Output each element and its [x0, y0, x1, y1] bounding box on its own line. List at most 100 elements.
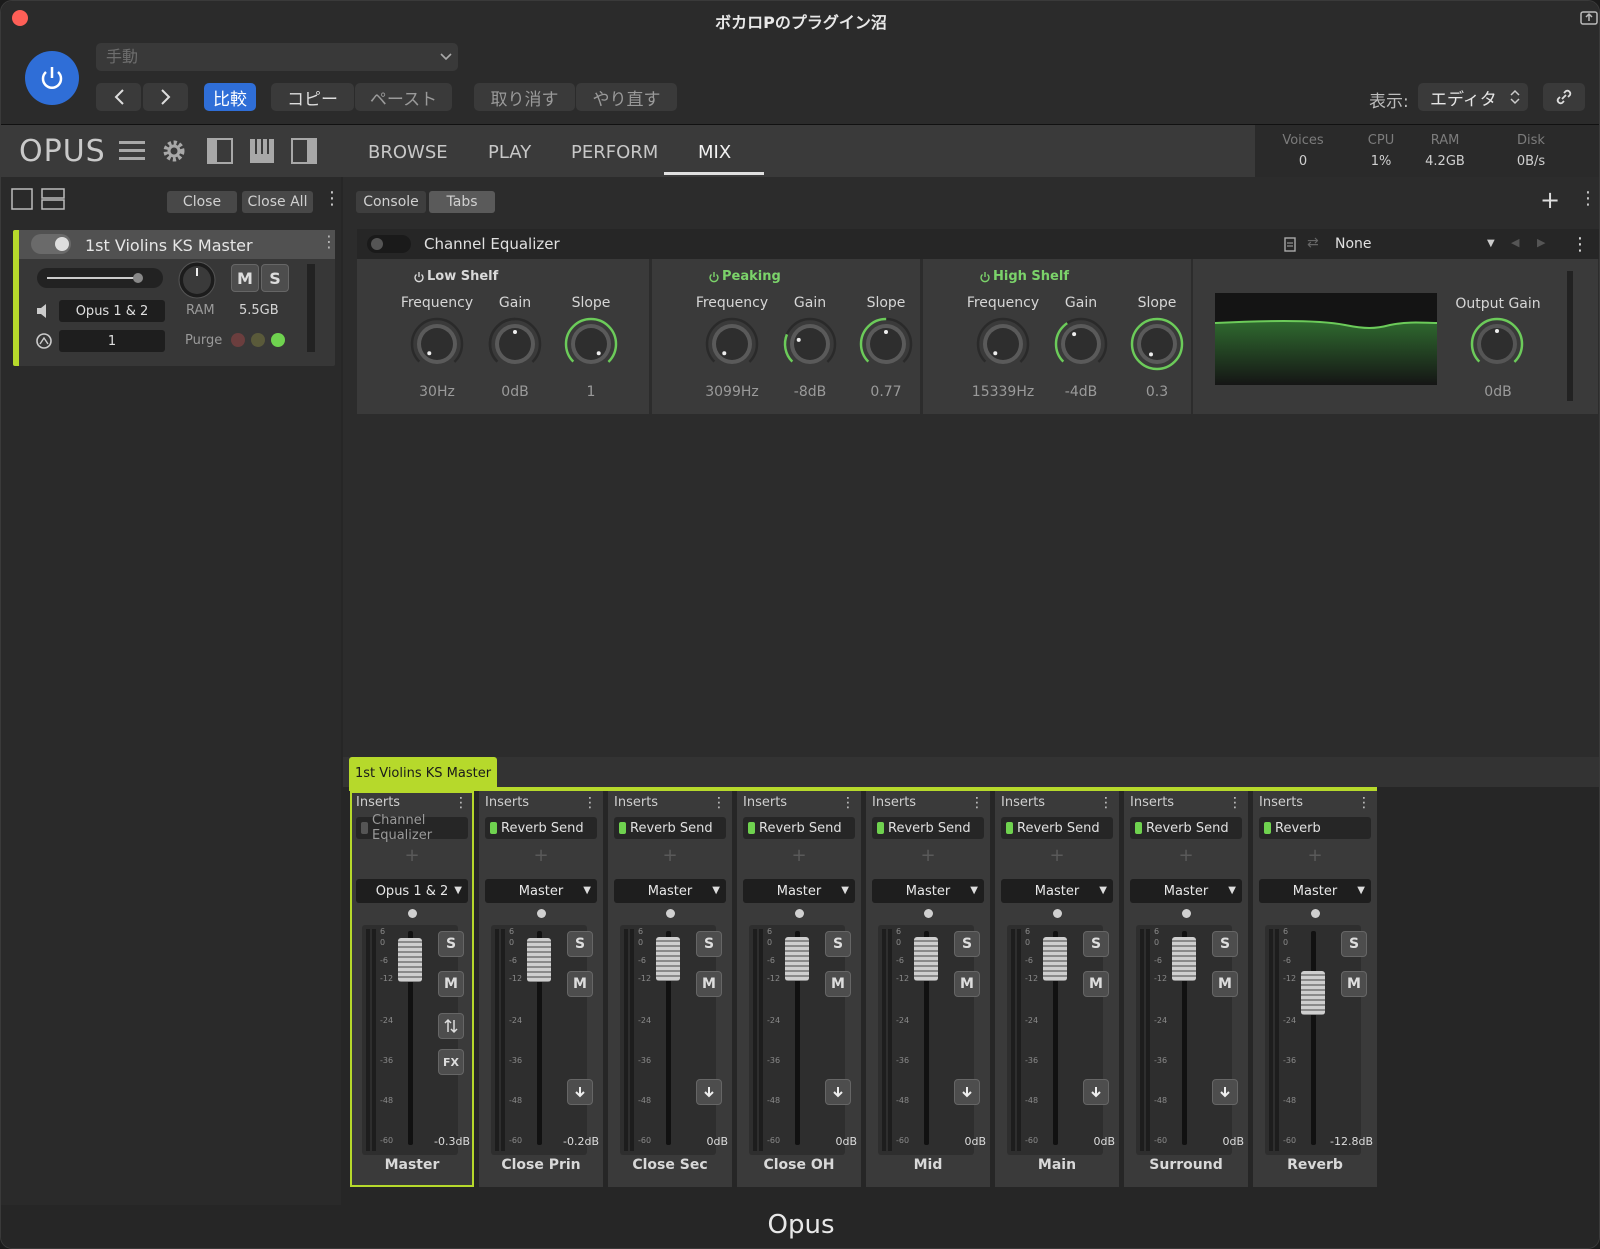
mute-button[interactable]: M — [1083, 971, 1109, 997]
down-arrow-button[interactable] — [825, 1079, 851, 1105]
output-select[interactable]: Master ▼ — [872, 879, 984, 903]
add-effect-icon[interactable]: + — [1540, 186, 1560, 214]
output-select[interactable]: Master ▼ — [614, 879, 726, 903]
eq-knob[interactable] — [782, 316, 838, 372]
add-insert-icon[interactable]: + — [995, 845, 1119, 866]
output-select[interactable]: Opus 1 & 2 ▼ — [356, 879, 468, 903]
mute-button[interactable]: M — [825, 971, 851, 997]
close-all-button[interactable]: Close All — [242, 191, 313, 213]
effect-bypass-toggle[interactable] — [367, 235, 411, 253]
add-insert-icon[interactable]: + — [350, 845, 474, 866]
instrument-toggle[interactable] — [31, 234, 71, 254]
pan-control[interactable] — [795, 909, 804, 918]
insert-led[interactable] — [1264, 822, 1271, 834]
rack-more-icon[interactable]: ⋮ — [323, 189, 341, 209]
eq-knob[interactable] — [487, 316, 543, 372]
next-preset-button[interactable] — [143, 83, 188, 111]
tab-perform[interactable]: PERFORM — [571, 142, 658, 163]
insert-slot[interactable]: Reverb Send — [614, 817, 726, 839]
mute-button[interactable]: M — [1341, 971, 1367, 997]
pan-control[interactable] — [1311, 909, 1320, 918]
insert-led[interactable] — [490, 822, 497, 834]
document-icon[interactable] — [1283, 237, 1297, 253]
instrument-solo-button[interactable]: S — [261, 264, 289, 292]
output-select[interactable]: Master ▼ — [743, 879, 855, 903]
add-insert-icon[interactable]: + — [737, 845, 861, 866]
link-button[interactable] — [1543, 83, 1585, 111]
mute-button[interactable]: M — [1212, 971, 1238, 997]
mute-button[interactable]: M — [954, 971, 980, 997]
instrument-mute-button[interactable]: M — [231, 264, 259, 292]
output-field[interactable]: Opus 1 & 2 — [59, 300, 165, 322]
tabs-tab[interactable]: Tabs — [429, 191, 495, 213]
solo-button[interactable]: S — [1341, 931, 1367, 957]
add-insert-icon[interactable]: + — [866, 845, 990, 866]
single-view-icon[interactable] — [11, 188, 33, 210]
paste-button[interactable]: ペースト — [355, 83, 452, 111]
power-button[interactable] — [25, 51, 79, 105]
console-tab[interactable]: Console — [356, 191, 426, 213]
eq-knob[interactable] — [704, 316, 760, 372]
fader-cap[interactable] — [656, 937, 680, 981]
insert-slot[interactable]: Reverb — [1259, 817, 1371, 839]
split-view-icon[interactable] — [41, 188, 65, 210]
output-select[interactable]: Master ▼ — [1130, 879, 1242, 903]
fader-cap[interactable] — [398, 938, 422, 982]
strip-more-icon[interactable]: ⋮ — [1228, 795, 1242, 811]
insert-slot[interactable]: Reverb Send — [743, 817, 855, 839]
insert-slot[interactable]: Reverb Send — [485, 817, 597, 839]
insert-slot[interactable]: Reverb Send — [872, 817, 984, 839]
purge-red-led[interactable] — [231, 333, 245, 347]
window-share-icon[interactable] — [1579, 9, 1599, 27]
solo-button[interactable]: S — [1212, 931, 1238, 957]
fader-cap[interactable] — [914, 937, 938, 981]
mute-button[interactable]: M — [696, 971, 722, 997]
automation-button[interactable] — [438, 1013, 464, 1039]
add-insert-icon[interactable]: + — [1124, 845, 1248, 866]
pan-control[interactable] — [537, 909, 546, 918]
eq-knob[interactable] — [1053, 316, 1109, 372]
insert-led[interactable] — [361, 822, 368, 834]
tab-play[interactable]: PLAY — [488, 142, 531, 163]
add-insert-icon[interactable]: + — [608, 845, 732, 866]
add-insert-icon[interactable]: + — [479, 845, 603, 866]
mixer-tab-instrument[interactable]: 1st Violins KS Master — [349, 757, 497, 789]
fader-cap[interactable] — [1172, 937, 1196, 981]
left-panel-icon[interactable] — [207, 138, 233, 164]
compare-button[interactable]: 比較 — [204, 83, 256, 111]
down-arrow-button[interactable] — [1083, 1079, 1109, 1105]
panel-more-icon[interactable]: ⋮ — [1579, 188, 1597, 209]
output-gain-knob[interactable] — [1469, 316, 1525, 372]
output-select[interactable]: Master ▼ — [485, 879, 597, 903]
fx-button[interactable]: FX — [438, 1049, 464, 1075]
tab-browse[interactable]: BROWSE — [368, 142, 448, 163]
preset-select[interactable]: 手動 — [96, 43, 458, 71]
mute-button[interactable]: M — [567, 971, 593, 997]
strip-more-icon[interactable]: ⋮ — [841, 795, 855, 811]
preset-prev-icon[interactable]: ◀ — [1511, 236, 1519, 249]
pan-control[interactable] — [408, 909, 417, 918]
insert-slot[interactable]: Channel Equalizer — [356, 813, 468, 843]
mute-button[interactable]: M — [438, 971, 464, 997]
solo-button[interactable]: S — [567, 931, 593, 957]
eq-knob[interactable] — [1129, 316, 1185, 372]
keyboard-icon[interactable] — [249, 138, 275, 164]
band-power-icon[interactable] — [413, 271, 425, 283]
pan-knob[interactable] — [177, 260, 217, 300]
solo-button[interactable]: S — [1083, 931, 1109, 957]
view-select[interactable]: エディタ — [1418, 83, 1528, 111]
fader-cap[interactable] — [527, 938, 551, 982]
insert-led[interactable] — [1135, 822, 1142, 834]
strip-more-icon[interactable]: ⋮ — [454, 795, 468, 811]
eq-knob[interactable] — [858, 316, 914, 372]
strip-more-icon[interactable]: ⋮ — [1357, 795, 1371, 811]
add-insert-icon[interactable]: + — [1253, 845, 1377, 866]
insert-led[interactable] — [619, 822, 626, 834]
insert-led[interactable] — [1006, 822, 1013, 834]
solo-button[interactable]: S — [438, 931, 464, 957]
copy-button[interactable]: コピー — [271, 83, 354, 111]
pan-control[interactable] — [1053, 909, 1062, 918]
tab-mix[interactable]: MIX — [698, 142, 731, 163]
redo-button[interactable]: やり直す — [576, 83, 677, 111]
preset-dropdown-icon[interactable]: ▼ — [1487, 238, 1495, 249]
